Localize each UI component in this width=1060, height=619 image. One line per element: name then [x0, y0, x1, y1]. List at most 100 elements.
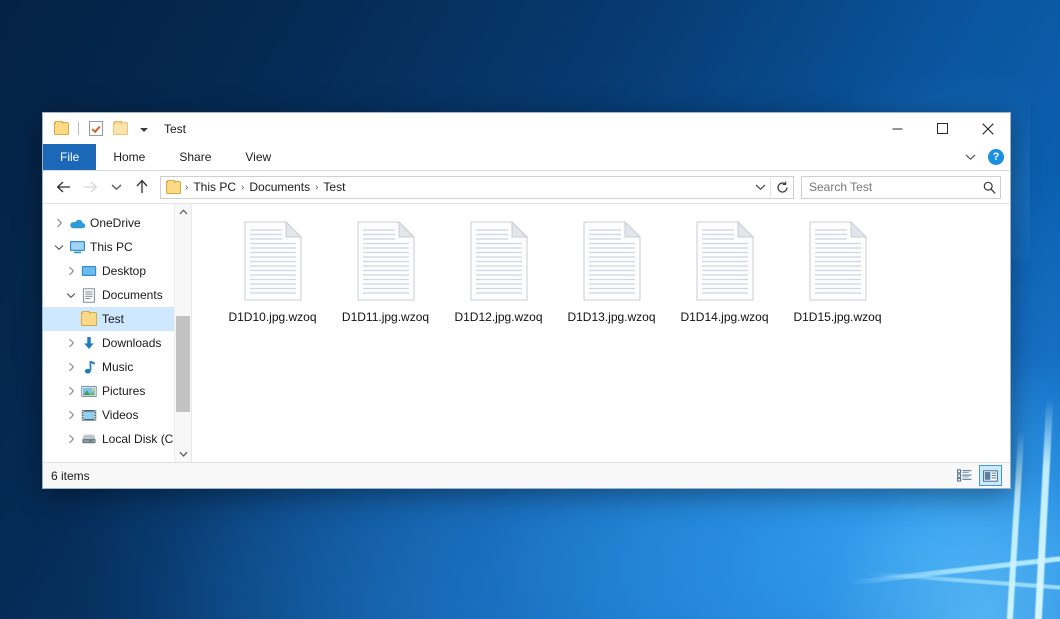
- sidebar-item-label: This PC: [90, 240, 133, 254]
- sidebar-item-label: Downloads: [102, 336, 161, 350]
- file-item[interactable]: D1D12.jpg.wzoq: [442, 218, 555, 324]
- address-bar-row: › This PC › Documents › Test Search Test: [43, 171, 1010, 203]
- chevron-right-icon[interactable]: [63, 362, 79, 372]
- tab-share[interactable]: Share: [162, 144, 228, 170]
- ribbon-tab-bar: File Home Share View ?: [43, 144, 1010, 171]
- sidebar-item-pictures[interactable]: Pictures: [43, 379, 191, 403]
- onedrive-cloud-icon: [67, 217, 87, 230]
- documents-icon: [79, 288, 99, 303]
- chevron-right-icon[interactable]: [51, 218, 67, 228]
- chevron-right-icon[interactable]: [63, 338, 79, 348]
- sidebar-item-label: OneDrive: [90, 216, 141, 230]
- chevron-down-icon[interactable]: [104, 175, 128, 199]
- sidebar-item-desktop[interactable]: Desktop: [43, 259, 191, 283]
- close-icon[interactable]: [965, 113, 1010, 144]
- arrow-up-icon[interactable]: [130, 175, 154, 199]
- hard-drive-icon: [79, 433, 99, 445]
- file-item[interactable]: D1D11.jpg.wzoq: [329, 218, 442, 324]
- breadcrumb-separator: ›: [183, 182, 190, 193]
- file-list-pane[interactable]: D1D10.jpg.wzoq: [192, 204, 1010, 462]
- new-folder-icon[interactable]: [109, 118, 131, 140]
- sidebar-item-label: Videos: [102, 408, 138, 422]
- sidebar-item-label: Desktop: [102, 264, 146, 278]
- sidebar-item-test[interactable]: Test: [43, 307, 191, 331]
- file-name: D1D13.jpg.wzoq: [567, 310, 655, 324]
- item-count-label: 6 items: [51, 469, 90, 483]
- chevron-down-icon[interactable]: [51, 244, 67, 251]
- this-pc-monitor-icon: [67, 240, 87, 254]
- sidebar-item-this-pc[interactable]: This PC: [43, 235, 191, 259]
- tab-view[interactable]: View: [228, 144, 288, 170]
- minimize-icon[interactable]: [875, 113, 920, 144]
- file-item[interactable]: D1D15.jpg.wzoq: [781, 218, 894, 324]
- window-body: OneDrive This PC: [43, 203, 1010, 462]
- chevron-down-icon[interactable]: [960, 147, 980, 167]
- chevron-down-icon[interactable]: [133, 118, 155, 140]
- chevron-right-icon[interactable]: [63, 386, 79, 396]
- file-item[interactable]: D1D10.jpg.wzoq: [216, 218, 329, 324]
- file-explorer-window: Test File Home Share View ?: [42, 112, 1011, 489]
- sidebar-item-label: Music: [102, 360, 133, 374]
- sidebar-item-label: Documents: [102, 288, 163, 302]
- file-name: D1D11.jpg.wzoq: [342, 310, 429, 324]
- chevron-right-icon[interactable]: [63, 410, 79, 420]
- search-input[interactable]: Search Test: [801, 176, 1001, 199]
- navigation-tree: OneDrive This PC: [43, 204, 191, 451]
- search-icon[interactable]: [978, 181, 1000, 194]
- file-name: D1D15.jpg.wzoq: [793, 310, 881, 324]
- desktop-icon: [79, 265, 99, 278]
- help-icon[interactable]: ?: [988, 149, 1004, 165]
- videos-icon: [79, 409, 99, 422]
- details-view-icon[interactable]: [954, 466, 975, 485]
- sidebar-item-downloads[interactable]: Downloads: [43, 331, 191, 355]
- generic-document-icon: [354, 221, 418, 301]
- generic-document-icon: [467, 221, 531, 301]
- chevron-right-icon[interactable]: [63, 266, 79, 276]
- sidebar-item-label: Test: [102, 312, 124, 326]
- refresh-icon[interactable]: [770, 177, 793, 198]
- folder-icon[interactable]: [50, 118, 72, 140]
- file-item[interactable]: D1D13.jpg.wzoq: [555, 218, 668, 324]
- chevron-down-icon[interactable]: [63, 292, 79, 299]
- tab-home[interactable]: Home: [96, 144, 162, 170]
- properties-checkbox-icon[interactable]: [85, 118, 107, 140]
- breadcrumb-item-documents[interactable]: Documents: [246, 180, 313, 194]
- window-controls: [875, 113, 1010, 144]
- tab-file[interactable]: File: [43, 144, 96, 170]
- chevron-down-icon[interactable]: [175, 446, 191, 462]
- window-title: Test: [164, 122, 186, 136]
- sidebar-item-onedrive[interactable]: OneDrive: [43, 211, 191, 235]
- breadcrumb-separator: ›: [239, 182, 246, 193]
- maximize-icon[interactable]: [920, 113, 965, 144]
- generic-document-icon: [580, 221, 644, 301]
- file-grid: D1D10.jpg.wzoq: [216, 218, 1010, 324]
- chevron-right-icon[interactable]: [63, 434, 79, 444]
- toolbar-separator: [78, 122, 79, 135]
- folder-icon: [166, 181, 181, 194]
- search-placeholder: Search Test: [802, 180, 978, 194]
- file-item[interactable]: D1D14.jpg.wzoq: [668, 218, 781, 324]
- generic-document-icon: [806, 221, 870, 301]
- chevron-up-icon[interactable]: [175, 204, 191, 220]
- folder-icon: [79, 312, 99, 326]
- address-bar[interactable]: › This PC › Documents › Test: [160, 176, 794, 199]
- generic-document-icon: [241, 221, 305, 301]
- sidebar-item-videos[interactable]: Videos: [43, 403, 191, 427]
- file-name: D1D14.jpg.wzoq: [680, 310, 768, 324]
- breadcrumb-item-test[interactable]: Test: [320, 180, 348, 194]
- chevron-down-icon[interactable]: [751, 177, 770, 198]
- title-bar[interactable]: Test: [43, 113, 1010, 144]
- sidebar-scrollbar[interactable]: [174, 204, 191, 462]
- navigation-pane: OneDrive This PC: [43, 204, 192, 462]
- sidebar-item-documents[interactable]: Documents: [43, 283, 191, 307]
- sidebar-item-label: Local Disk (C:): [102, 432, 181, 446]
- large-icons-view-icon[interactable]: [979, 465, 1002, 486]
- breadcrumb-item-this-pc[interactable]: This PC: [190, 180, 239, 194]
- sidebar-item-music[interactable]: Music: [43, 355, 191, 379]
- downloads-icon: [79, 336, 99, 351]
- scrollbar-track[interactable]: [175, 220, 191, 446]
- arrow-left-icon[interactable]: [52, 175, 76, 199]
- pictures-icon: [79, 385, 99, 398]
- sidebar-item-local-disk-c[interactable]: Local Disk (C:): [43, 427, 191, 451]
- scrollbar-thumb[interactable]: [176, 316, 190, 412]
